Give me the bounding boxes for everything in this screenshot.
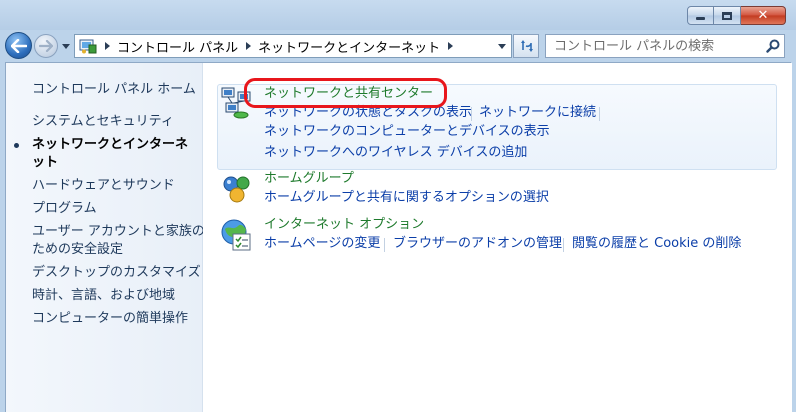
recent-pages-button[interactable] xyxy=(60,40,72,52)
chevron-right-icon xyxy=(447,42,453,50)
network-sharing-center-link[interactable]: ネットワークと共有センター xyxy=(264,85,433,103)
breadcrumb-network-internet[interactable]: ネットワークとインターネット xyxy=(256,37,442,56)
forward-button[interactable] xyxy=(34,34,58,58)
sidebar-item-user-accounts[interactable]: ユーザー アカウントと家族の ための安全設定 xyxy=(32,223,205,259)
content-area: コントロール パネル ホーム システムとセキュリティ ネットワークとインターネ … xyxy=(5,62,792,412)
link-separator xyxy=(384,238,385,252)
breadcrumb-separator[interactable] xyxy=(99,35,115,57)
sidebar-item-ease-of-access[interactable]: コンピューターの簡単操作 xyxy=(32,310,188,328)
arrow-left-icon xyxy=(10,38,27,53)
internet-options-link[interactable]: インターネット オプション xyxy=(264,216,424,234)
sidebar-item-system-security[interactable]: システムとセキュリティ xyxy=(32,113,174,131)
maximize-button[interactable] xyxy=(714,6,741,25)
maximize-icon xyxy=(722,11,732,20)
homegroup-link[interactable]: ホームグループ xyxy=(264,170,354,188)
current-item-bullet xyxy=(14,143,19,148)
sidebar-item-label: ット xyxy=(32,155,59,170)
sidebar-item-label: ネットワークとインターネ xyxy=(32,137,189,152)
sidebar-item-programs[interactable]: プログラム xyxy=(32,200,97,218)
refresh-icon xyxy=(521,40,533,52)
homegroup-icon[interactable] xyxy=(219,171,255,207)
address-history-button[interactable] xyxy=(493,35,511,57)
control-panel-icon xyxy=(77,36,99,56)
delete-history-cookies-link[interactable]: 閲覧の履歴と Cookie の削除 xyxy=(572,235,741,253)
sidebar-item-clock-language-region[interactable]: 時計、言語、および地域 xyxy=(32,287,175,305)
search-icon[interactable] xyxy=(762,35,784,57)
navigation-bar: コントロール パネル ネットワークとインターネット xyxy=(0,30,796,62)
view-network-computers-link[interactable]: ネットワークのコンピューターとデバイスの表示 xyxy=(264,123,550,141)
sidebar-item-hardware-sound[interactable]: ハードウェアとサウンド xyxy=(32,177,175,195)
search-input[interactable] xyxy=(546,36,762,56)
main-panel: ネットワークと共有センター ネットワークの状態とタスクの表示 ネットワークに接続… xyxy=(203,63,792,412)
view-network-status-link[interactable]: ネットワークの状態とタスクの表示 xyxy=(264,104,472,122)
breadcrumb-separator[interactable] xyxy=(240,35,256,57)
sidebar: コントロール パネル ホーム システムとセキュリティ ネットワークとインターネ … xyxy=(6,63,205,412)
sidebar-item-control-panel-home[interactable]: コントロール パネル ホーム xyxy=(32,81,196,99)
change-homepage-link[interactable]: ホームページの変更 xyxy=(264,235,380,253)
link-separator xyxy=(563,238,564,252)
breadcrumb-separator[interactable] xyxy=(442,35,458,57)
chevron-down-icon xyxy=(498,43,506,49)
internet-options-icon[interactable] xyxy=(219,217,255,253)
minimize-icon xyxy=(696,17,705,20)
chevron-down-icon xyxy=(62,43,70,49)
network-sharing-icon[interactable] xyxy=(219,85,255,121)
title-bar: ✕ xyxy=(0,0,796,30)
link-separator xyxy=(599,107,600,121)
chevron-right-icon xyxy=(245,42,251,50)
window-controls: ✕ xyxy=(687,6,786,25)
minimize-button[interactable] xyxy=(687,6,714,25)
back-button[interactable] xyxy=(5,32,32,59)
homegroup-options-link[interactable]: ホームグループと共有に関するオプションの選択 xyxy=(264,189,549,207)
link-separator xyxy=(471,107,472,121)
chevron-right-icon xyxy=(104,42,110,50)
refresh-button[interactable] xyxy=(513,34,539,58)
connect-to-network-link[interactable]: ネットワークに接続 xyxy=(479,104,596,122)
sidebar-item-label: ための安全設定 xyxy=(32,242,124,257)
close-icon: ✕ xyxy=(757,8,769,23)
search-box xyxy=(545,34,785,58)
sidebar-item-network-internet: ネットワークとインターネ ット xyxy=(32,136,188,172)
sidebar-item-label: ユーザー アカウントと家族の xyxy=(32,224,205,239)
add-wireless-device-link[interactable]: ネットワークへのワイヤレス デバイスの追加 xyxy=(264,144,527,162)
sidebar-item-appearance[interactable]: デスクトップのカスタマイズ xyxy=(32,264,201,282)
manage-addons-link[interactable]: ブラウザーのアドオンの管理 xyxy=(393,235,562,253)
close-button[interactable]: ✕ xyxy=(741,6,786,25)
address-bar[interactable]: コントロール パネル ネットワークとインターネット xyxy=(74,34,512,58)
arrow-right-icon xyxy=(39,40,53,52)
breadcrumb-control-panel[interactable]: コントロール パネル xyxy=(115,37,240,56)
